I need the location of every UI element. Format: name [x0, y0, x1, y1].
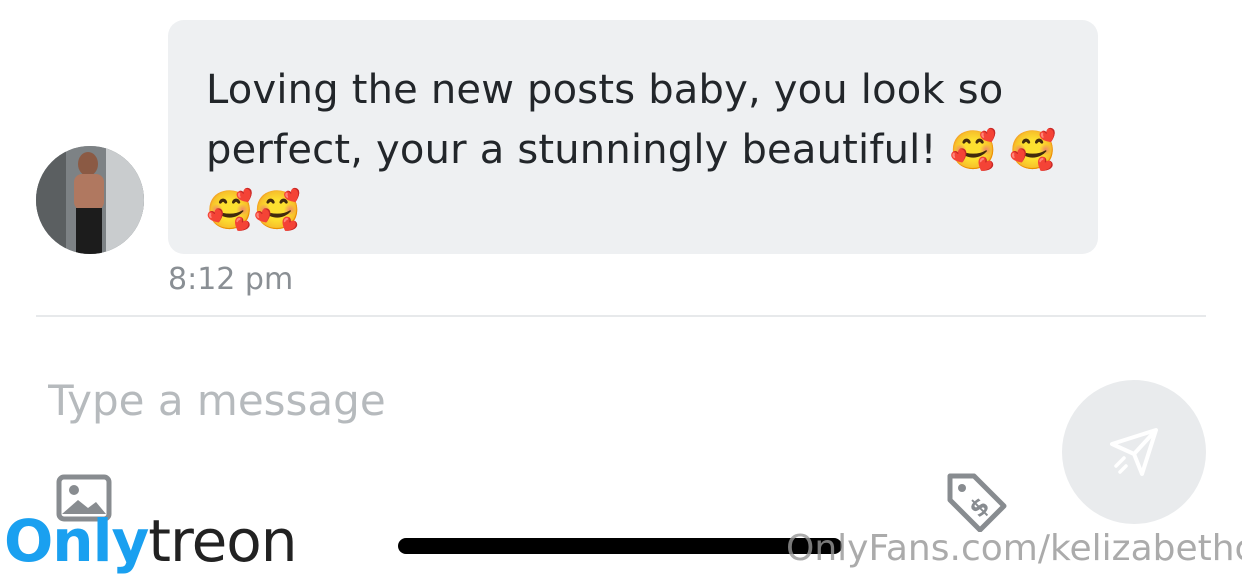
divider — [36, 315, 1206, 317]
avatar-photo — [36, 146, 144, 254]
message-body: Loving the new posts baby, you look so p… — [206, 67, 1004, 173]
message-bubble: Loving the new posts baby, you look so p… — [168, 20, 1098, 254]
send-icon — [1110, 428, 1158, 476]
message-text: Loving the new posts baby, you look so p… — [206, 60, 1060, 240]
message-input[interactable] — [48, 372, 1028, 428]
send-button[interactable] — [1062, 380, 1206, 524]
message-timestamp: 8:12 pm — [168, 262, 294, 297]
price-tag-icon[interactable]: $ — [944, 470, 1010, 532]
watermark-url: OnlyFans.com/kelizabethc — [786, 528, 1242, 569]
avatar[interactable] — [36, 146, 144, 254]
logo-treon: treon — [148, 507, 297, 575]
home-indicator[interactable] — [398, 538, 842, 554]
logo-only: Only — [4, 507, 149, 575]
watermark-logo: Onlytreon — [4, 506, 298, 576]
